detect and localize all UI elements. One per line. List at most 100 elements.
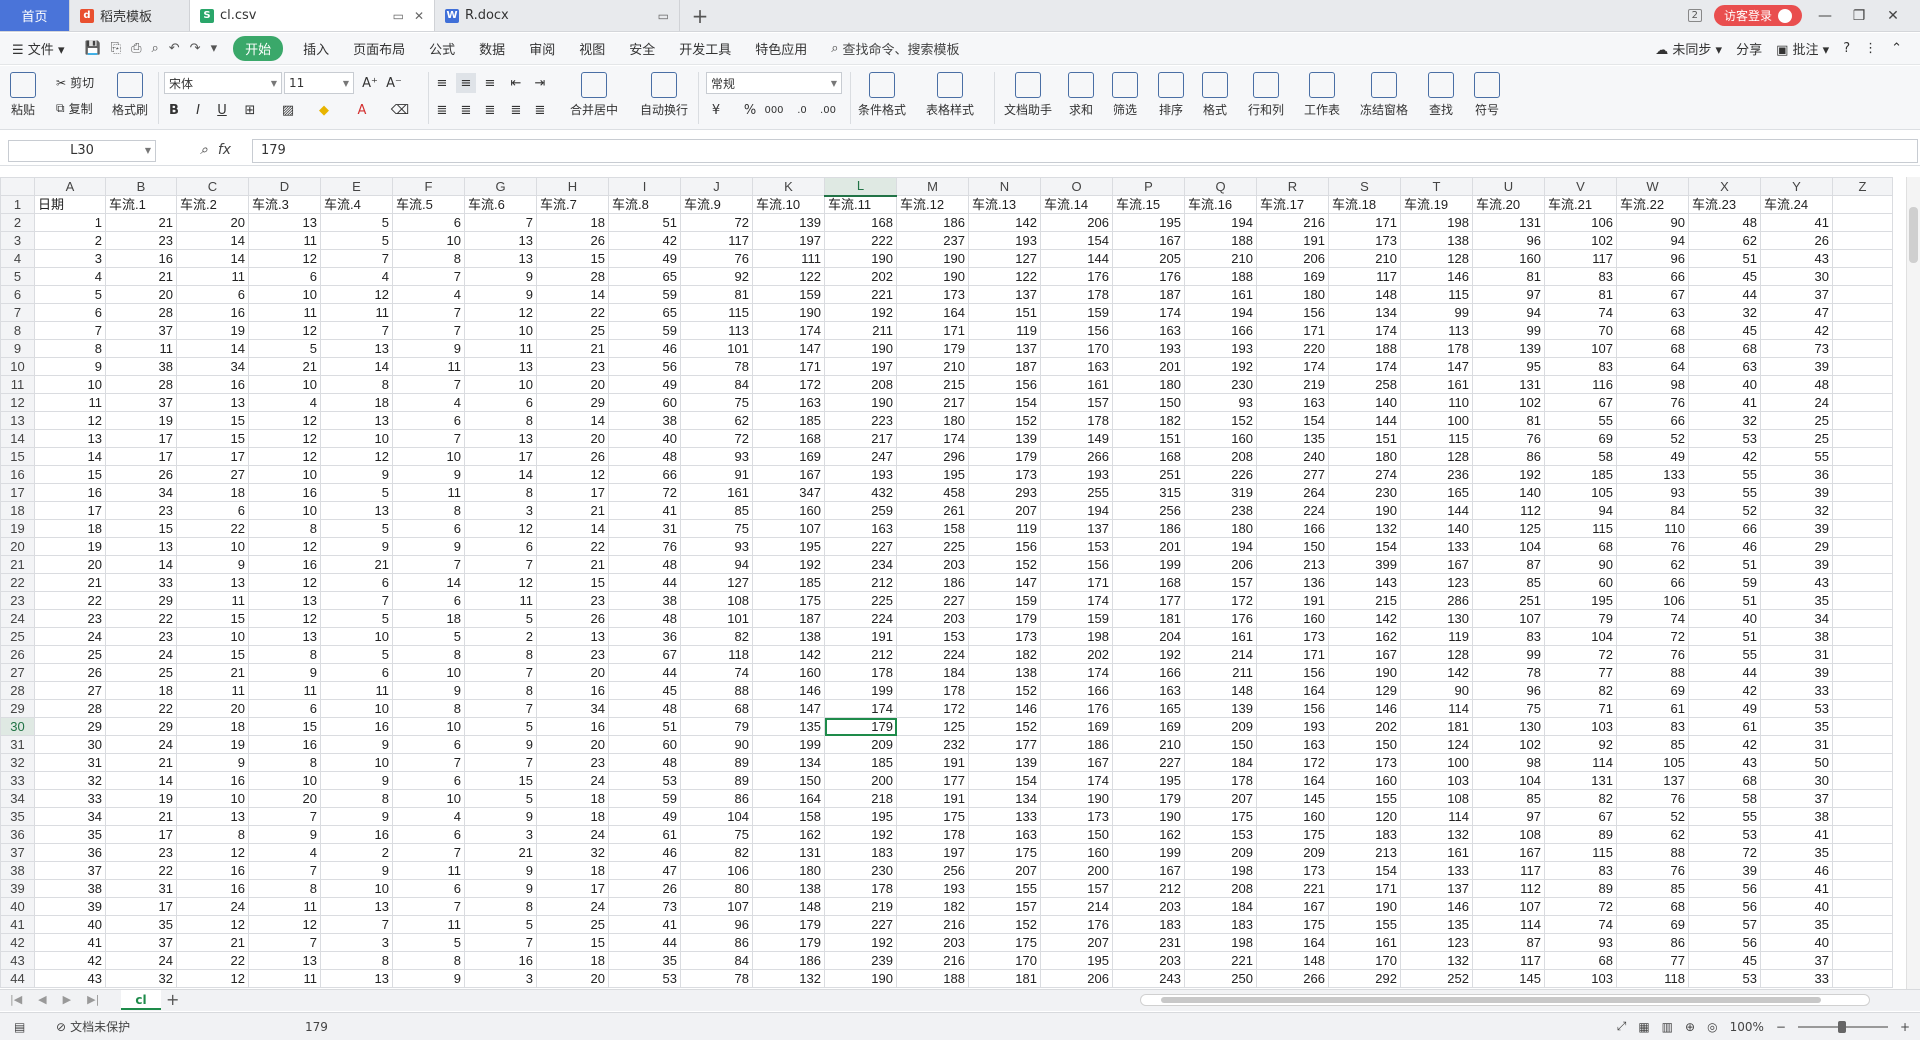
cell[interactable]: 159 [1040,303,1113,322]
cell[interactable]: 93 [1616,483,1689,502]
cell[interactable]: 82 [1544,789,1617,808]
cell[interactable] [1832,357,1893,376]
cell[interactable]: 12 [34,411,106,430]
cell[interactable]: 61 [1688,717,1761,736]
cell[interactable]: 181 [968,969,1041,988]
cell[interactable]: 7 [464,663,537,682]
cell[interactable]: 13 [320,501,393,520]
cell[interactable]: 51 [1688,627,1761,646]
last-sheet-icon[interactable]: ▶| [87,993,99,1006]
cell[interactable]: 26 [1760,231,1833,250]
cell[interactable]: 230 [824,861,897,880]
cell[interactable]: 96 [1472,681,1545,700]
cell[interactable]: 9 [320,537,393,556]
cell[interactable]: 132 [1328,519,1401,538]
cell[interactable]: 174 [1040,591,1113,610]
cell[interactable]: 83 [1544,267,1617,286]
column-header[interactable]: V [1544,177,1617,196]
cell[interactable]: 5 [392,933,465,952]
cell[interactable]: 26 [105,465,177,484]
cell[interactable]: 186 [1040,735,1113,754]
cell[interactable]: 7 [464,699,537,718]
customize-icon[interactable]: ▾ [211,41,218,56]
cell[interactable]: 45 [1688,267,1761,286]
cell[interactable]: 41 [608,501,681,520]
column-header[interactable]: X [1688,177,1761,196]
cell[interactable]: 163 [1112,321,1185,340]
cell[interactable]: 35 [1760,717,1833,736]
cell[interactable]: 197 [824,357,897,376]
cell[interactable]: 83 [1472,627,1545,646]
cell[interactable]: 18 [536,951,609,970]
cell[interactable] [1832,519,1893,538]
cell[interactable]: 190 [824,339,897,358]
cell[interactable]: 9 [464,735,537,754]
row-header[interactable]: 11 [0,375,35,394]
cell[interactable]: 193 [1184,339,1257,358]
cell[interactable] [1832,627,1893,646]
cell[interactable]: 102 [1544,231,1617,250]
cell[interactable]: 190 [824,249,897,268]
row-header[interactable]: 36 [0,825,35,844]
cell[interactable]: 28 [105,375,177,394]
cell[interactable]: 49 [608,249,681,268]
cell[interactable]: 167 [1040,753,1113,772]
cell[interactable]: 51 [608,717,681,736]
row-header[interactable]: 40 [0,897,35,916]
cell[interactable]: 179 [752,933,825,952]
cell[interactable]: 146 [1328,699,1401,718]
cell[interactable]: 23 [536,753,609,772]
cell[interactable]: 59 [1688,573,1761,592]
cell[interactable]: 36 [1760,465,1833,484]
cell[interactable] [1832,645,1893,664]
cell[interactable]: 22 [536,303,609,322]
cell[interactable]: 224 [824,609,897,628]
cell[interactable]: 12 [464,573,537,592]
cell[interactable]: 188 [1184,231,1257,250]
cell[interactable] [1832,555,1893,574]
row-header[interactable]: 4 [0,249,35,268]
cell[interactable]: 154 [1040,231,1113,250]
cell[interactable]: 37 [34,861,106,880]
cell[interactable]: 173 [1328,231,1401,250]
row-header[interactable]: 43 [0,951,35,970]
cell[interactable]: 176 [1184,609,1257,628]
cell[interactable]: 71 [1544,699,1617,718]
menu-start[interactable]: 开始 [233,36,284,61]
cell[interactable]: 132 [1400,951,1473,970]
cell[interactable]: 135 [752,717,825,736]
cell[interactable]: 174 [1040,771,1113,790]
row-header[interactable]: 35 [0,807,35,826]
fill-style-icon[interactable]: ▨ [278,100,298,120]
cell[interactable]: 8 [248,645,321,664]
cell[interactable]: 315 [1112,483,1185,502]
cell[interactable]: 145 [1256,789,1329,808]
cell[interactable]: 94 [680,555,753,574]
cell[interactable]: 75 [680,393,753,412]
cell[interactable]: 48 [608,753,681,772]
cell[interactable] [1832,501,1893,520]
cell[interactable]: 89 [680,771,753,790]
cell[interactable]: 163 [1040,357,1113,376]
cell[interactable]: 206 [1040,969,1113,988]
cell[interactable]: 88 [1616,843,1689,862]
cell[interactable]: 9 [320,861,393,880]
cell[interactable]: 143 [1328,573,1401,592]
cut-button[interactable]: ✂ 剪切 [56,74,94,91]
cell[interactable]: 8 [320,789,393,808]
cell[interactable]: 39 [1760,519,1833,538]
cell[interactable]: 188 [1328,339,1401,358]
cell[interactable]: 7 [392,321,465,340]
sheet-tab-cl[interactable]: cl [121,990,161,1010]
cell[interactable] [1832,915,1893,934]
cell[interactable]: 5 [464,915,537,934]
cell[interactable]: 9 [176,555,249,574]
cell[interactable]: 58 [1688,789,1761,808]
cell[interactable]: 11 [320,303,393,322]
cell[interactable]: 195 [1040,951,1113,970]
cell[interactable]: 12 [176,915,249,934]
cell[interactable]: 5 [464,789,537,808]
zoom-level[interactable]: 100% [1730,1020,1764,1034]
cell[interactable]: 6 [34,303,106,322]
tab-cl-csv[interactable]: S cl.csv ▭ ✕ [190,0,435,31]
